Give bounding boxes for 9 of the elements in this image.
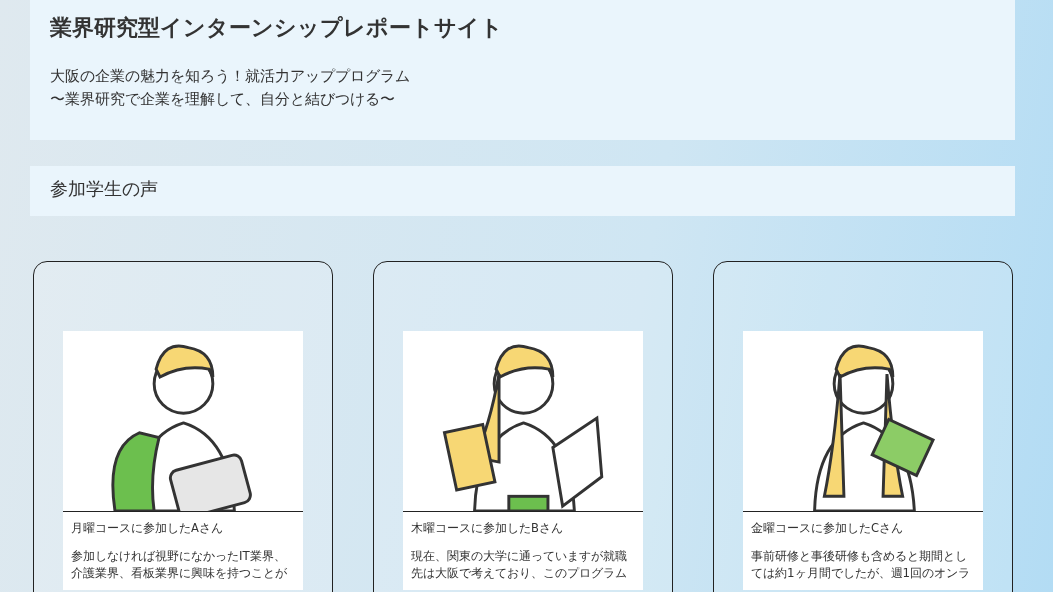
section-heading: 参加学生の声 xyxy=(50,178,159,200)
student-name: 木曜コースに参加したBさん xyxy=(411,520,564,537)
site-subtitle: 大阪の企業の魅力を知ろう！就活力アッププログラム 〜業界研究で企業を理解して、自分と結びつける〜 xyxy=(50,66,411,109)
testimonial-text: 現在、関東の大学に通っていますが就職 先は大阪で考えており、このプログラム xyxy=(411,548,628,583)
site-title: 業界研究型インターンシップレポートサイト xyxy=(50,14,504,42)
student-name: 月曜コースに参加したAさん xyxy=(71,520,224,537)
student-name: 金曜コースに参加したCさん xyxy=(751,520,905,537)
testimonial-text: 参加しなければ視野になかったIT業界、 介護業界、看板業界に興味を持つことが xyxy=(71,548,288,583)
testimonial-text: 事前研修と事後研修も含めると期間とし ては約1ヶ月間でしたが、週1回のオンラ xyxy=(751,548,971,583)
